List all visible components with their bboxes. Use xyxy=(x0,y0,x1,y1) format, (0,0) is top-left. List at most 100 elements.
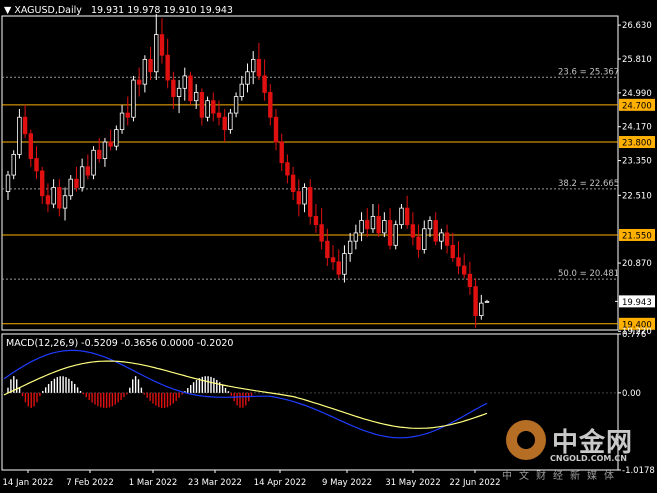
watermark-url: CNGOLD.COM.CN xyxy=(550,454,627,463)
candle-body xyxy=(433,220,438,242)
candle-body xyxy=(119,112,125,131)
candle-body xyxy=(461,265,467,275)
candle-body xyxy=(347,240,353,254)
candle-body xyxy=(416,236,421,250)
y-tick-label: 24.170 xyxy=(622,123,652,133)
candle-body xyxy=(51,187,56,205)
candle-body xyxy=(296,191,302,205)
candle-body xyxy=(40,170,45,197)
x-tick-label: 7 Feb 2022 xyxy=(66,478,114,488)
symbol-label: XAGUSD,Daily xyxy=(14,5,82,16)
candle-body xyxy=(57,187,62,209)
y-tick-label: 24.990 xyxy=(622,89,652,99)
candle-body xyxy=(125,112,130,118)
candle-body xyxy=(365,220,370,230)
candle-body xyxy=(422,228,427,250)
candle-body xyxy=(79,166,85,188)
candle-body xyxy=(97,149,102,159)
candle-body xyxy=(131,79,136,118)
candle-body xyxy=(382,220,387,234)
candle-body xyxy=(410,224,416,238)
candle-body xyxy=(325,240,330,259)
candle-body xyxy=(273,116,279,143)
dropdown-triangle-icon[interactable]: ▼ xyxy=(4,5,11,16)
candle-body xyxy=(245,71,250,85)
x-tick-label: 31 May 2022 xyxy=(385,478,440,488)
candle-body xyxy=(370,215,376,230)
candle-body xyxy=(450,244,455,259)
candle-body xyxy=(193,92,199,102)
candle-body xyxy=(359,220,364,234)
fib-level-label: 50.0 = 20.481 xyxy=(558,269,619,279)
candle-body xyxy=(85,166,91,176)
candle-body xyxy=(102,141,108,159)
y-tick-label: 20.870 xyxy=(622,259,652,269)
candle-body xyxy=(91,149,96,176)
candle-body xyxy=(5,174,11,192)
candle-body xyxy=(228,112,233,131)
candle-body xyxy=(456,257,461,267)
candle-body xyxy=(68,178,73,197)
candle-body xyxy=(176,87,182,97)
y-tick-label: 25.810 xyxy=(622,55,652,65)
candle-body xyxy=(136,79,142,85)
candle-body xyxy=(467,273,473,288)
candle-body xyxy=(285,162,290,176)
candle-body xyxy=(342,253,347,275)
candle-body xyxy=(199,92,205,118)
candle-body xyxy=(302,187,307,205)
watermark: 中金网 CNGOLD.COM.CN 中文财经新媒体 xyxy=(500,420,650,482)
candle-body xyxy=(165,54,170,81)
chart-window[interactable]: 23.6 = 25.367 38.2 = 22.665 50.0 = 20.481 2… xyxy=(0,0,657,493)
candle-body xyxy=(211,100,216,114)
y-tick-label: 22.510 xyxy=(622,191,652,201)
candle-body xyxy=(268,92,273,118)
candle-body xyxy=(256,58,262,77)
candle-body xyxy=(330,257,336,263)
candle-body xyxy=(159,34,165,56)
candle-body xyxy=(114,129,119,147)
candle-body xyxy=(62,195,68,209)
candle-body xyxy=(444,232,450,246)
candle-body xyxy=(387,220,393,246)
candle-body xyxy=(11,154,16,176)
candle-body xyxy=(308,187,313,217)
candle-body xyxy=(239,83,244,97)
candle-body xyxy=(336,261,341,275)
candle-body xyxy=(45,195,51,205)
y-tick-label: 23.350 xyxy=(622,157,652,167)
candle-body xyxy=(484,300,490,303)
candle-body xyxy=(171,79,176,97)
macd-y-tick-label: 0.776 xyxy=(622,330,646,340)
level-price-tag-text: 23.800 xyxy=(622,139,652,149)
candle-body xyxy=(279,141,284,164)
candle-body xyxy=(188,75,193,102)
candle-body xyxy=(142,58,148,85)
ohlc-values: 19.931 19.978 19.910 19.943 xyxy=(90,5,233,16)
level-price-tag-text: 21.550 xyxy=(622,231,652,241)
candle-body xyxy=(154,34,159,73)
candle-body xyxy=(313,215,319,226)
candle-body xyxy=(404,207,410,226)
candle-body xyxy=(251,58,256,73)
candle-body xyxy=(148,58,153,73)
x-tick-label: 14 Jan 2022 xyxy=(3,478,54,488)
level-price-tag-text: 24.700 xyxy=(622,101,652,111)
candle-body xyxy=(376,215,381,234)
macd-y-tick-label: 0.00 xyxy=(622,389,641,399)
x-tick-label: 1 Mar 2022 xyxy=(129,478,177,488)
fib-level-label: 23.6 = 25.367 xyxy=(558,67,619,77)
macd-header: MACD(12,26,9) -0.5209 -0.3656 0.0000 -0.… xyxy=(6,338,234,349)
candle-body xyxy=(479,302,484,316)
candle-body xyxy=(216,112,222,118)
fib-level-label: 38.2 = 22.665 xyxy=(558,179,619,189)
x-tick-label: 23 Mar 2022 xyxy=(188,478,242,488)
candle-body xyxy=(473,286,478,316)
current-price-tag-text: 19.943 xyxy=(622,298,652,308)
candle-body xyxy=(28,133,34,159)
candle-body xyxy=(233,96,239,114)
candle-body xyxy=(34,158,39,172)
symbol-header: ▼ XAGUSD,Daily 19.931 19.978 19.910 19.9… xyxy=(4,5,233,16)
candle-body xyxy=(17,116,22,155)
candle-body xyxy=(205,100,210,118)
